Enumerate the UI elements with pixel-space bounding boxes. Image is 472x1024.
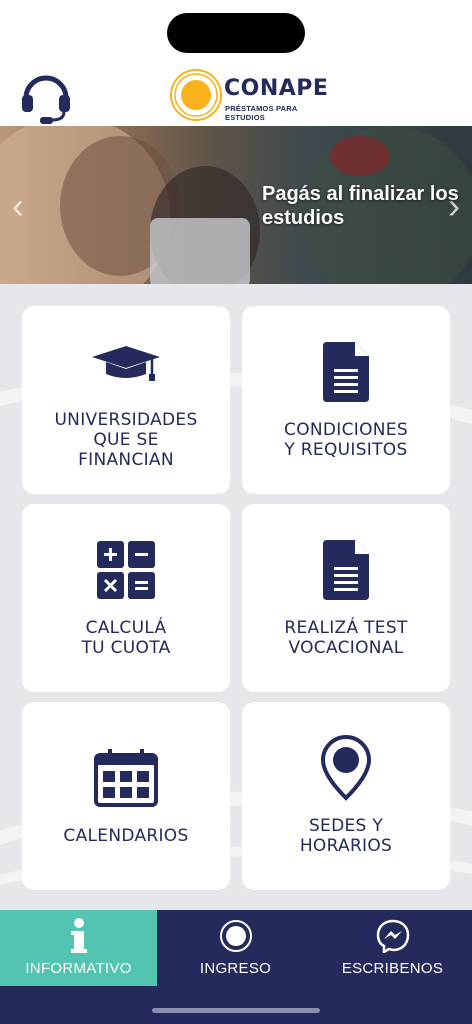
menu-grid: UNIVERSIDADES QUE SE FINANCIAN CONDICION… <box>0 284 472 910</box>
status-bar <box>0 0 472 60</box>
tab-informativo[interactable]: INFORMATIVO <box>0 910 157 986</box>
tab-label: INFORMATIVO <box>25 960 132 977</box>
dynamic-island <box>167 13 305 53</box>
calculator-icon <box>97 541 155 599</box>
support-headset-button[interactable] <box>18 68 74 124</box>
menu-card-calcula-cuota[interactable]: CALCULÁ TU CUOTA <box>22 504 230 692</box>
menu-card-universidades[interactable]: UNIVERSIDADES QUE SE FINANCIAN <box>22 306 230 494</box>
menu-card-label: UNIVERSIDADES QUE SE FINANCIAN <box>54 410 198 470</box>
info-icon <box>70 918 87 953</box>
sun-logo-icon <box>170 69 222 121</box>
menu-card-test-vocacional[interactable]: REALIZÁ TEST VOCACIONAL <box>242 504 450 692</box>
promo-banner[interactable]: ‹ › Pagás al finalizar los estudios <box>0 126 472 284</box>
document-icon <box>323 342 369 402</box>
menu-card-label: REALIZÁ TEST VOCACIONAL <box>284 618 408 658</box>
graduation-cap-icon <box>92 346 160 381</box>
calendar-icon <box>94 749 158 807</box>
login-icon <box>219 920 252 952</box>
tab-label: INGRESO <box>199 960 272 977</box>
tab-ingreso[interactable]: INGRESO <box>157 910 314 986</box>
banner-prev-arrow[interactable]: ‹ <box>8 184 28 228</box>
menu-card-calendarios[interactable]: CALENDARIOS <box>22 702 230 890</box>
location-pin-icon <box>320 735 372 801</box>
tab-label: ESCRIBENOS <box>341 960 444 977</box>
messenger-icon <box>376 919 409 953</box>
headset-icon <box>22 75 70 124</box>
logo-tagline: PRÉSTAMOS PARA ESTUDIOS <box>225 104 298 122</box>
menu-card-condiciones[interactable]: CONDICIONES Y REQUISITOS <box>242 306 450 494</box>
document-icon <box>323 540 369 600</box>
menu-card-label: CONDICIONES Y REQUISITOS <box>284 420 408 460</box>
logo-name: CONAPE <box>224 76 329 101</box>
conape-logo: CONAPE PRÉSTAMOS PARA ESTUDIOS <box>168 66 328 124</box>
app-header: CONAPE PRÉSTAMOS PARA ESTUDIOS <box>0 60 472 126</box>
menu-card-sedes-horarios[interactable]: SEDES Y HORARIOS <box>242 702 450 890</box>
home-indicator <box>152 1008 320 1013</box>
banner-caption: Pagás al finalizar los estudios <box>262 183 459 229</box>
tab-escribenos[interactable]: ESCRIBENOS <box>314 910 471 986</box>
menu-card-label: SEDES Y HORARIOS <box>299 816 393 856</box>
bottom-tab-bar: INFORMATIVO INGRESO ESCRIBENOS <box>0 910 472 1024</box>
menu-card-label: CALCULÁ TU CUOTA <box>81 618 171 658</box>
menu-card-label: CALENDARIOS <box>63 826 189 846</box>
